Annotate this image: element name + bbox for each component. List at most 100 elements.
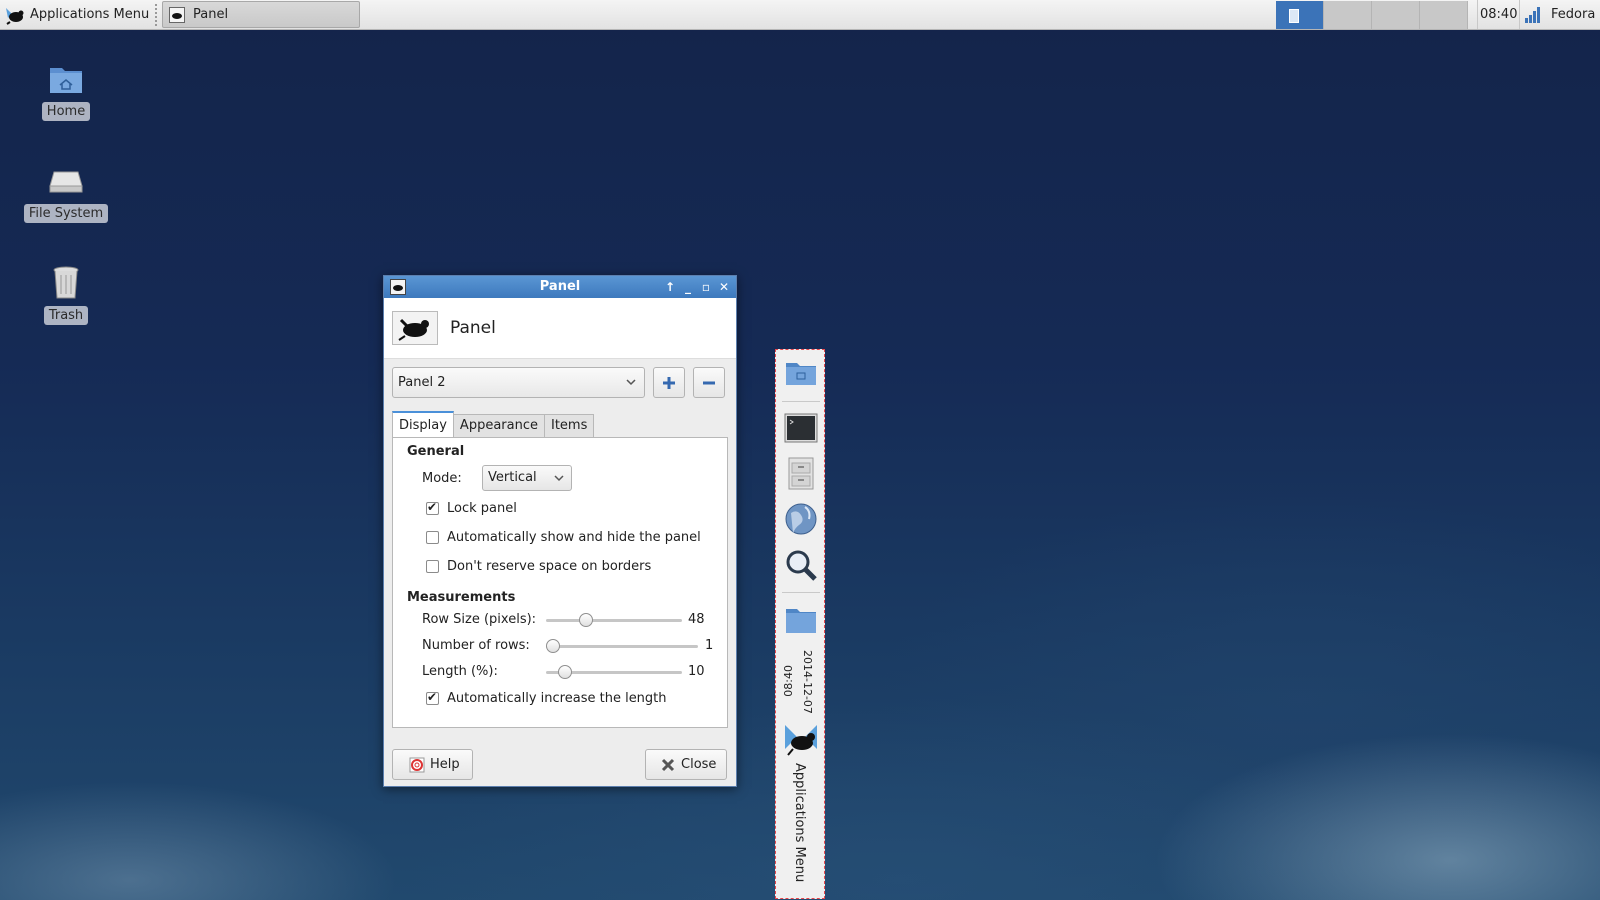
help-button[interactable]: Help bbox=[392, 749, 473, 780]
mode-select[interactable]: Vertical bbox=[482, 465, 572, 491]
panel-app-icon bbox=[392, 311, 438, 345]
panel-date[interactable]: 2014-12-07 bbox=[801, 650, 814, 714]
desktop-icon-trash[interactable]: Trash bbox=[11, 262, 121, 325]
length-label: Length (%): bbox=[422, 664, 498, 679]
tab-items[interactable]: Items bbox=[543, 414, 595, 437]
window-controls: ↑ _ ▫ ✕ bbox=[664, 276, 730, 298]
measurements-section-title: Measurements bbox=[407, 590, 516, 605]
tab-display[interactable]: Display bbox=[392, 411, 454, 437]
autohide-label: Automatically show and hide the panel bbox=[447, 530, 701, 545]
clock[interactable]: 08:40 bbox=[1477, 0, 1521, 29]
user-menu[interactable]: Fedora bbox=[1551, 0, 1595, 29]
help-icon bbox=[409, 757, 425, 772]
auto-length-label: Automatically increase the length bbox=[447, 691, 667, 706]
rows-label: Number of rows: bbox=[422, 638, 530, 653]
drive-icon bbox=[49, 171, 83, 193]
window-app-icon bbox=[169, 6, 185, 23]
applications-menu-icon[interactable] bbox=[783, 723, 819, 759]
lock-panel-check[interactable] bbox=[426, 500, 439, 515]
dialog-window-title: Panel bbox=[539, 279, 581, 294]
dialog-header-title: Panel bbox=[450, 318, 496, 338]
workspace-3[interactable] bbox=[1372, 1, 1420, 29]
display-tab-content: General Mode: Vertical Lock panel Automa… bbox=[392, 437, 728, 728]
shade-icon[interactable]: ↑ bbox=[664, 276, 676, 298]
no-reserve-checkbox[interactable]: Don't reserve space on borders bbox=[426, 559, 651, 574]
desktop-icon-label: File System bbox=[23, 204, 109, 223]
mode-select-value: Vertical bbox=[488, 470, 537, 485]
general-section-title: General bbox=[407, 444, 465, 459]
add-panel-button[interactable] bbox=[653, 367, 685, 398]
mode-label: Mode: bbox=[422, 471, 462, 486]
panel-separator bbox=[782, 401, 820, 402]
panel-select[interactable]: Panel 2 bbox=[392, 367, 645, 398]
taskbar-button-label: Panel bbox=[193, 7, 229, 22]
help-button-label: Help bbox=[430, 757, 460, 772]
no-reserve-label: Don't reserve space on borders bbox=[447, 559, 652, 574]
dialog-titlebar[interactable]: Panel ↑ _ ▫ ✕ bbox=[384, 276, 736, 298]
lock-panel-checkbox[interactable]: Lock panel bbox=[426, 500, 517, 516]
row-size-value: 48 bbox=[688, 612, 705, 627]
panel-clock[interactable]: 08:40 bbox=[782, 665, 795, 697]
show-desktop-icon[interactable] bbox=[783, 355, 819, 391]
remove-panel-button[interactable] bbox=[693, 367, 725, 398]
file-manager-icon[interactable] bbox=[783, 455, 819, 491]
chevron-down-icon bbox=[554, 475, 564, 482]
vertical-panel: 2014-12-07 08:40 Applications Menu bbox=[775, 349, 825, 899]
desktop-icon-home[interactable]: Home bbox=[11, 58, 121, 121]
network-signal-icon[interactable] bbox=[1523, 5, 1543, 25]
close-window-icon[interactable]: ✕ bbox=[718, 276, 730, 298]
panel-select-value: Panel 2 bbox=[398, 375, 446, 390]
panel-applications-menu-label[interactable]: Applications Menu bbox=[792, 763, 807, 882]
row-size-label: Row Size (pixels): bbox=[422, 612, 537, 627]
row-size-slider[interactable] bbox=[546, 619, 682, 622]
rows-slider[interactable] bbox=[546, 645, 698, 648]
panel-separator bbox=[155, 4, 157, 26]
no-reserve-check[interactable] bbox=[426, 560, 439, 573]
minimize-icon[interactable]: _ bbox=[682, 276, 694, 298]
workspace-2[interactable] bbox=[1324, 1, 1372, 29]
length-value: 10 bbox=[688, 664, 705, 679]
top-panel: Applications Menu Panel 08:40 Fedora bbox=[0, 0, 1600, 30]
desktop-icon-label: Trash bbox=[43, 306, 89, 325]
rows-slider-knob[interactable] bbox=[546, 639, 560, 653]
rows-value: 1 bbox=[705, 638, 714, 653]
desktop-icon-label: Home bbox=[41, 102, 91, 121]
tab-appearance[interactable]: Appearance bbox=[452, 414, 545, 437]
row-size-slider-knob[interactable] bbox=[578, 613, 593, 627]
close-button-label: Close bbox=[681, 757, 717, 772]
auto-length-checkbox[interactable]: Automatically increase the length bbox=[426, 690, 667, 706]
length-slider-row: Length (%): 10 bbox=[422, 662, 722, 682]
rows-slider-row: Number of rows: 1 bbox=[422, 636, 722, 656]
row-size-slider-row: Row Size (pixels): 48 bbox=[422, 610, 722, 630]
desktop-icon-file-system[interactable]: File System bbox=[11, 160, 121, 223]
home-folder-icon bbox=[50, 68, 82, 93]
workspace-4[interactable] bbox=[1420, 1, 1468, 29]
terminal-icon[interactable] bbox=[783, 410, 819, 446]
tab-bar: Display Appearance Items bbox=[392, 411, 595, 437]
chevron-down-icon bbox=[626, 379, 636, 386]
workspace-switcher bbox=[1276, 1, 1468, 29]
length-slider-knob[interactable] bbox=[558, 665, 573, 679]
applications-menu-label: Applications Menu bbox=[30, 7, 150, 22]
trash-icon bbox=[53, 266, 79, 299]
web-browser-icon[interactable] bbox=[783, 501, 819, 537]
maximize-icon[interactable]: ▫ bbox=[700, 276, 712, 298]
panel-preferences-dialog: Panel ↑ _ ▫ ✕ Panel Panel 2 Display Appe… bbox=[383, 275, 737, 787]
window-menu-icon[interactable] bbox=[390, 279, 406, 295]
applications-menu-button[interactable]: Applications Menu bbox=[4, 0, 149, 29]
workspace-1[interactable] bbox=[1276, 1, 1324, 29]
lock-panel-label: Lock panel bbox=[447, 501, 517, 516]
minus-icon bbox=[703, 381, 715, 384]
search-icon[interactable] bbox=[783, 547, 819, 583]
dialog-header: Panel bbox=[384, 298, 736, 359]
close-icon bbox=[661, 758, 675, 771]
panel-selector-row: Panel 2 bbox=[392, 367, 725, 398]
panel-separator bbox=[782, 592, 820, 593]
auto-length-check[interactable] bbox=[426, 690, 439, 705]
autohide-check[interactable] bbox=[426, 531, 439, 544]
folder-icon[interactable] bbox=[783, 602, 819, 638]
plus-icon bbox=[663, 376, 675, 389]
taskbar-button-panel[interactable]: Panel bbox=[162, 1, 360, 28]
autohide-checkbox[interactable]: Automatically show and hide the panel bbox=[426, 530, 701, 545]
close-button[interactable]: Close bbox=[645, 749, 728, 780]
